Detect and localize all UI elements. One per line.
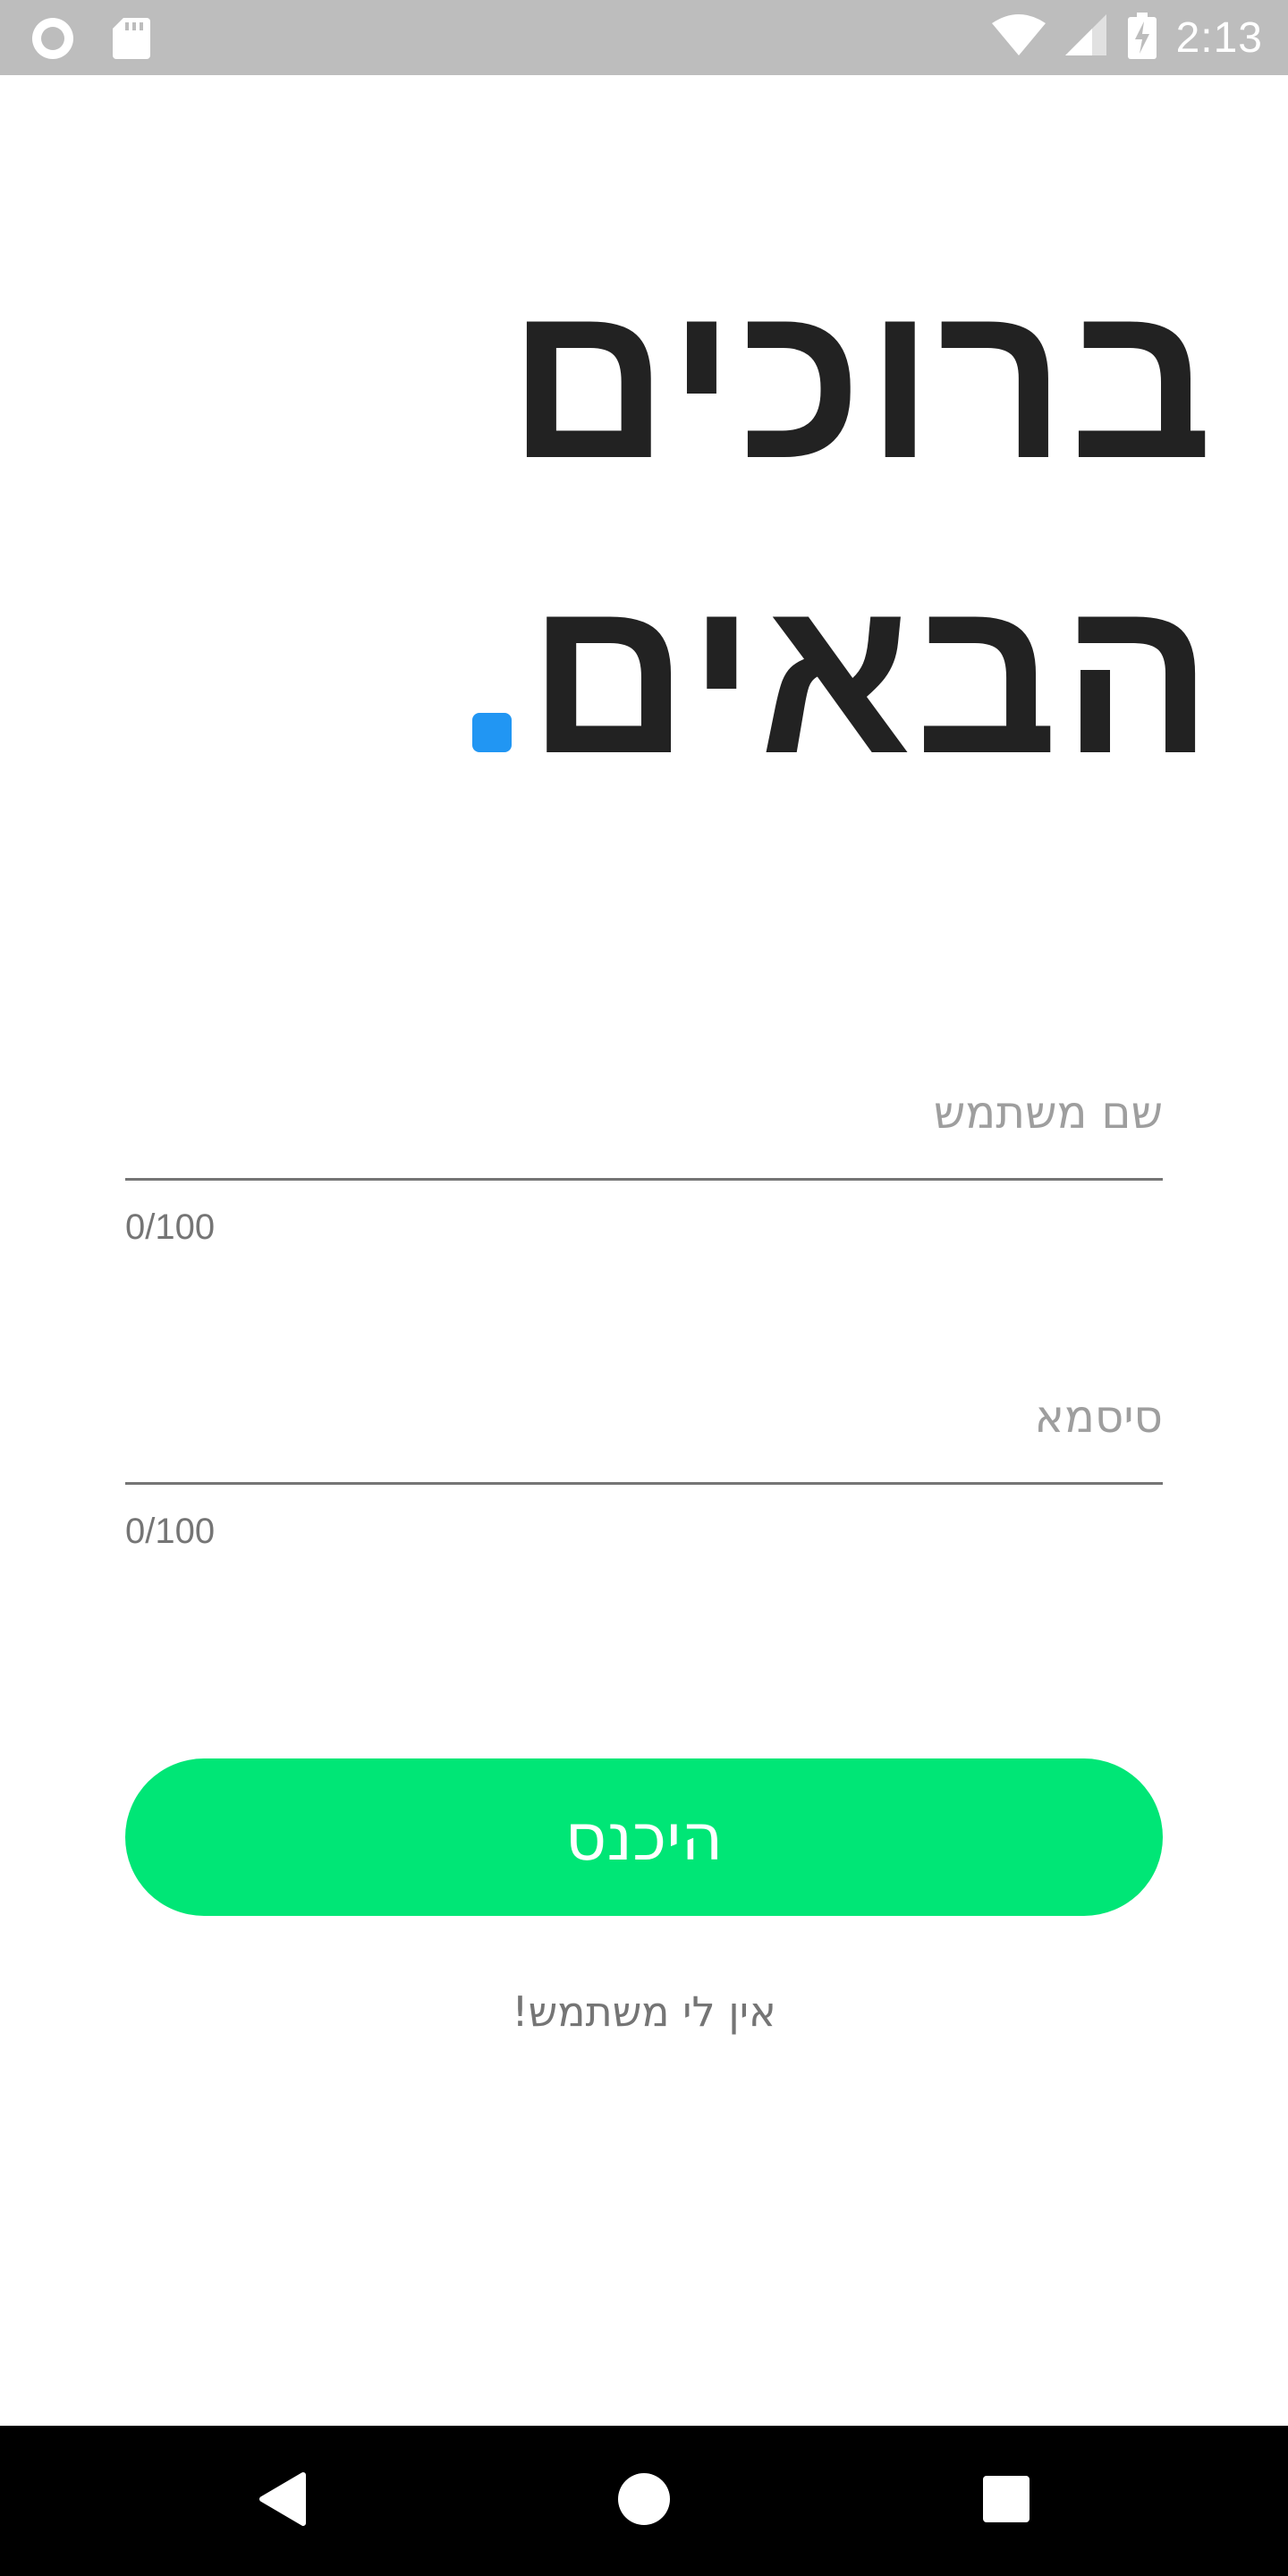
back-button[interactable] bbox=[192, 2426, 371, 2576]
status-bar: 2:13 bbox=[0, 0, 1288, 75]
password-field-group: 0/100 bbox=[125, 1351, 1163, 1552]
battery-charging-icon bbox=[1127, 13, 1157, 63]
sd-card-icon bbox=[113, 18, 150, 63]
title-dot bbox=[472, 713, 512, 752]
welcome-title-line-2-text: הבאים bbox=[528, 550, 1216, 800]
login-button[interactable]: היכנס bbox=[125, 1758, 1163, 1916]
home-icon bbox=[617, 2472, 671, 2529]
username-field-group: 0/100 bbox=[125, 1046, 1163, 1248]
back-icon bbox=[257, 2471, 307, 2530]
username-input[interactable] bbox=[125, 1046, 1163, 1181]
password-counter: 0/100 bbox=[125, 1512, 216, 1551]
username-counter: 0/100 bbox=[125, 1208, 216, 1247]
navigation-bar bbox=[0, 2426, 1288, 2576]
welcome-title-line-1: ברוכים bbox=[507, 255, 1216, 504]
login-screen: 2:13 ברוכים הבאים 0/100 0/100 היכנס אין … bbox=[0, 0, 1288, 2576]
status-time: 2:13 bbox=[1175, 13, 1263, 62]
welcome-title-line-2: הבאים bbox=[472, 564, 1216, 787]
recents-button[interactable] bbox=[917, 2426, 1096, 2576]
password-input[interactable] bbox=[125, 1351, 1163, 1485]
register-link[interactable]: אין לי משתמש! bbox=[0, 1987, 1288, 2036]
recents-icon bbox=[982, 2475, 1030, 2527]
cellular-signal-icon bbox=[1064, 14, 1108, 61]
status-icons: 2:13 bbox=[991, 0, 1263, 75]
home-button[interactable] bbox=[555, 2426, 733, 2576]
wifi-icon bbox=[991, 14, 1046, 61]
record-icon bbox=[30, 16, 75, 64]
